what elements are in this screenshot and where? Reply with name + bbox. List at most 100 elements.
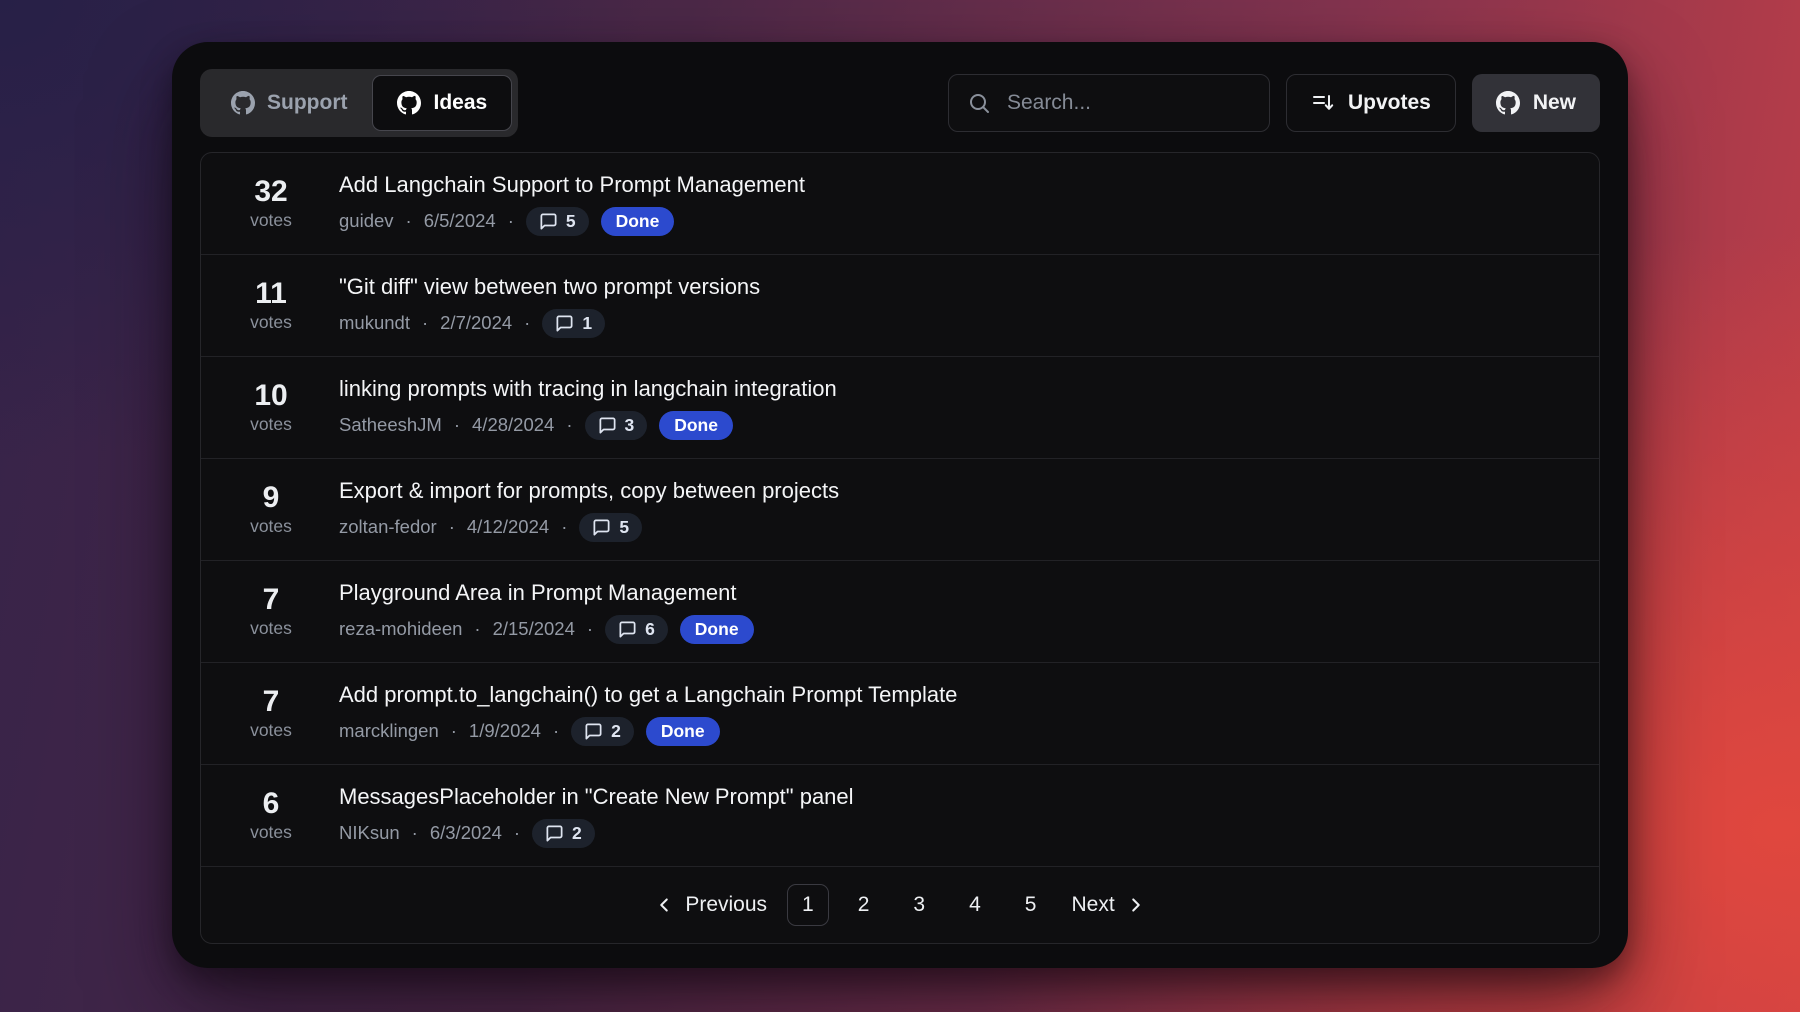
vote-count: 7 <box>225 686 317 718</box>
search-icon <box>967 91 991 115</box>
vote-count-label: votes <box>225 822 317 843</box>
post-row[interactable]: 11 votes "Git diff" view between two pro… <box>201 255 1599 357</box>
comment-count-badge[interactable]: 1 <box>542 309 605 338</box>
comment-count: 2 <box>572 823 582 844</box>
post-date: 4/28/2024 <box>472 414 554 436</box>
comment-icon <box>584 722 603 741</box>
comment-count: 2 <box>611 721 621 742</box>
vote-count-block: 7 votes <box>225 584 317 640</box>
search-box[interactable] <box>948 74 1270 132</box>
comment-count: 5 <box>566 211 576 232</box>
post-date: 2/15/2024 <box>493 618 575 640</box>
comment-icon <box>545 824 564 843</box>
vote-count-label: votes <box>225 720 317 741</box>
vote-count-label: votes <box>225 618 317 639</box>
comment-count-badge[interactable]: 2 <box>532 819 595 848</box>
post-row[interactable]: 9 votes Export & import for prompts, cop… <box>201 459 1599 561</box>
vote-count: 6 <box>225 788 317 820</box>
pagination-page-1[interactable]: 1 <box>787 884 829 926</box>
meta-separator: · <box>406 210 412 232</box>
post-content: Add Langchain Support to Prompt Manageme… <box>339 172 805 236</box>
post-row[interactable]: 7 votes Playground Area in Prompt Manage… <box>201 561 1599 663</box>
meta-separator: · <box>524 312 530 334</box>
post-date: 2/7/2024 <box>440 312 512 334</box>
meta-separator: · <box>553 720 559 742</box>
comment-count-badge[interactable]: 2 <box>571 717 634 746</box>
post-author: NIKsun <box>339 822 400 844</box>
pagination-page-3[interactable]: 3 <box>898 884 940 926</box>
post-author: reza-mohideen <box>339 618 462 640</box>
meta-separator: · <box>561 516 567 538</box>
post-row[interactable]: 7 votes Add prompt.to_langchain() to get… <box>201 663 1599 765</box>
comment-count-badge[interactable]: 6 <box>605 615 668 644</box>
comment-icon <box>555 314 574 333</box>
pagination-page-2[interactable]: 2 <box>843 884 885 926</box>
post-content: Playground Area in Prompt Management rez… <box>339 580 754 644</box>
comment-count: 5 <box>619 517 629 538</box>
pagination-page-5[interactable]: 5 <box>1010 884 1052 926</box>
pagination-previous[interactable]: Previous <box>645 893 775 917</box>
vote-count-block: 6 votes <box>225 788 317 844</box>
pagination-page-4[interactable]: 4 <box>954 884 996 926</box>
vote-count-block: 11 votes <box>225 278 317 334</box>
sort-descending-icon <box>1311 91 1335 115</box>
comment-count-badge[interactable]: 5 <box>579 513 642 542</box>
comment-count-badge[interactable]: 3 <box>585 411 648 440</box>
post-title: Add prompt.to_langchain() to get a Langc… <box>339 682 957 708</box>
meta-separator: · <box>474 618 480 640</box>
pagination-previous-label: Previous <box>685 893 767 917</box>
meta-separator: · <box>412 822 418 844</box>
vote-count-block: 10 votes <box>225 380 317 436</box>
top-bar-controls: Upvotes New <box>948 74 1600 132</box>
vote-count: 10 <box>225 380 317 412</box>
post-row[interactable]: 10 votes linking prompts with tracing in… <box>201 357 1599 459</box>
comment-count-badge[interactable]: 5 <box>526 207 589 236</box>
post-rows: 3 2 votes Add Langchain Support to Prompt… <box>201 153 1599 867</box>
post-meta: mukundt · 2/7/2024 · 1 <box>339 309 760 338</box>
post-date: 6/5/2024 <box>424 210 496 232</box>
github-icon <box>397 91 421 115</box>
tab-support[interactable]: Support <box>206 75 372 131</box>
search-input[interactable] <box>1005 90 1280 116</box>
tab-ideas[interactable]: Ideas <box>372 75 512 131</box>
sort-upvotes-button[interactable]: Upvotes <box>1286 74 1456 132</box>
vote-count-label: votes <box>225 312 317 333</box>
post-meta: NIKsun · 6/3/2024 · 2 <box>339 819 854 848</box>
comment-icon <box>592 518 611 537</box>
post-title: "Git diff" view between two prompt versi… <box>339 274 760 300</box>
post-content: "Git diff" view between two prompt versi… <box>339 274 760 338</box>
pagination-next[interactable]: Next <box>1063 893 1154 917</box>
comment-icon <box>539 212 558 231</box>
board-tab-group: Support Ideas <box>200 69 518 137</box>
post-title: Add Langchain Support to Prompt Manageme… <box>339 172 805 198</box>
vote-count: 7 <box>225 584 317 616</box>
comment-count: 6 <box>645 619 655 640</box>
post-author: SatheeshJM <box>339 414 442 436</box>
post-content: MessagesPlaceholder in "Create New Promp… <box>339 784 854 848</box>
post-meta: marcklingen · 1/9/2024 · 2 Done <box>339 717 957 746</box>
post-content: linking prompts with tracing in langchai… <box>339 376 837 440</box>
post-content: Add prompt.to_langchain() to get a Langc… <box>339 682 957 746</box>
top-bar: Support Ideas Upvotes <box>200 69 1600 137</box>
done-status-badge: Done <box>646 717 720 746</box>
github-icon <box>231 91 255 115</box>
new-post-button[interactable]: New <box>1472 74 1600 132</box>
meta-separator: · <box>587 618 593 640</box>
comment-icon <box>598 416 617 435</box>
post-row[interactable]: 6 votes MessagesPlaceholder in "Create N… <box>201 765 1599 867</box>
post-author: guidev <box>339 210 394 232</box>
new-post-label: New <box>1533 91 1576 115</box>
done-status-badge: Done <box>659 411 733 440</box>
vote-count-label: votes <box>225 516 317 537</box>
vote-count: 11 <box>225 278 317 310</box>
comment-count: 3 <box>625 415 635 436</box>
meta-separator: · <box>566 414 572 436</box>
pagination-next-label: Next <box>1071 893 1114 917</box>
post-title: Export & import for prompts, copy betwee… <box>339 478 839 504</box>
meta-separator: · <box>514 822 520 844</box>
post-title: Playground Area in Prompt Management <box>339 580 754 606</box>
chevron-left-icon <box>653 894 675 916</box>
vote-count: 9 <box>225 482 317 514</box>
comment-count: 1 <box>582 313 592 334</box>
post-row[interactable]: 32 votes Add Langchain Support to Prompt… <box>201 153 1599 255</box>
